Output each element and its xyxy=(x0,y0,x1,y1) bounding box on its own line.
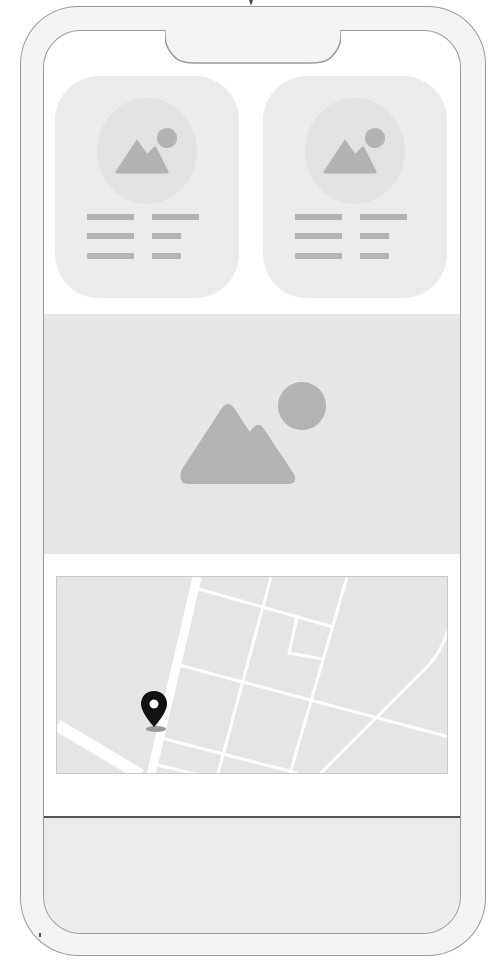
card-text-line xyxy=(360,233,389,239)
card-text-line xyxy=(87,214,134,220)
map-view[interactable] xyxy=(56,576,448,774)
card-text-line xyxy=(87,233,134,239)
card-text-line xyxy=(295,214,342,220)
corner-mark xyxy=(39,933,41,937)
card-image-placeholder xyxy=(97,98,197,204)
image-placeholder-icon xyxy=(323,128,385,174)
card-text-line xyxy=(295,253,342,259)
card-text-line xyxy=(295,233,342,239)
map-pin-icon[interactable] xyxy=(139,689,169,733)
bottom-bar xyxy=(44,818,460,933)
product-card-1[interactable] xyxy=(55,76,239,298)
map-streets xyxy=(57,577,447,773)
hero-image-placeholder[interactable] xyxy=(44,314,460,554)
phone-notch xyxy=(165,29,341,64)
phone-screen xyxy=(43,30,461,934)
card-text-line xyxy=(152,233,181,239)
image-placeholder-icon xyxy=(180,382,326,484)
card-text-line xyxy=(360,214,407,220)
card-text-line xyxy=(360,253,389,259)
card-image-placeholder xyxy=(305,98,405,204)
card-text-line xyxy=(87,253,134,259)
card-text-line xyxy=(152,253,181,259)
image-placeholder-icon xyxy=(115,128,177,174)
card-text-line xyxy=(152,214,199,220)
product-card-2[interactable] xyxy=(263,76,447,298)
